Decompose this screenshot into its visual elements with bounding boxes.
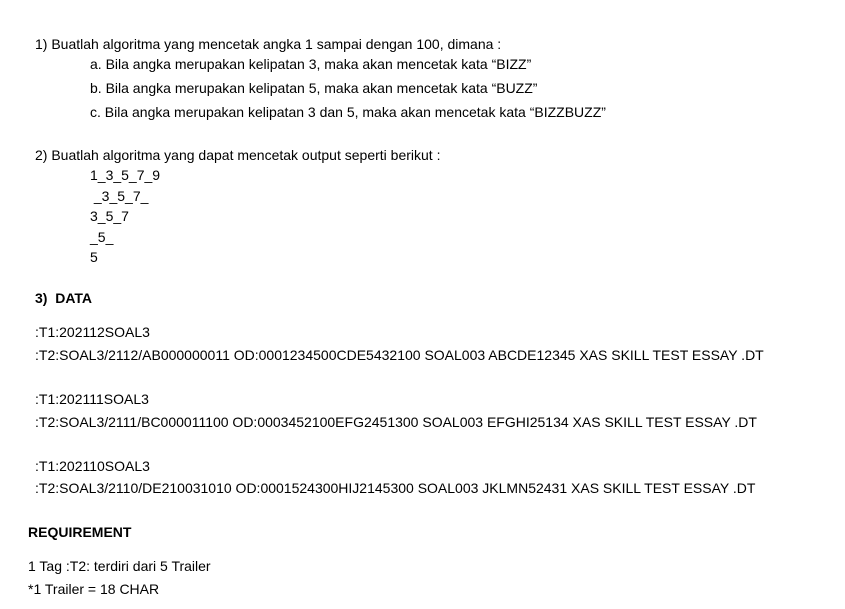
q2-pattern-line: _5_ (90, 229, 114, 245)
data-record-t2: :T2:SOAL3/2112/AB000000011 OD:0001234500… (35, 347, 764, 363)
requirement-title: REQUIREMENT (28, 524, 132, 540)
q1-item-c: c. Bila angka merupakan kelipatan 3 dan … (90, 104, 606, 120)
q2-pattern-line: 1_3_5_7_9 (90, 167, 161, 183)
q2-pattern-line: _3_5_7_ (90, 188, 149, 204)
q2-pattern-line: 5 (90, 249, 98, 265)
q2-title: 2) Buatlah algoritma yang dapat mencetak… (35, 147, 441, 163)
q1-item-b: b. Bila angka merupakan kelipatan 5, mak… (90, 80, 538, 96)
q1-title: 1) Buatlah algoritma yang mencetak angka… (35, 36, 502, 52)
requirement-line: 1 Tag :T2: terdiri dari 5 Trailer (28, 558, 211, 574)
data-record-t1: :T1:202110SOAL3 (35, 458, 150, 474)
q1-item-a: a. Bila angka merupakan kelipatan 3, mak… (90, 56, 532, 72)
q3-title: 3) DATA (35, 290, 93, 306)
requirement-line: *1 Trailer = 18 CHAR (28, 581, 160, 597)
data-record-t1: :T1:202112SOAL3 (35, 324, 150, 340)
data-record-t2: :T2:SOAL3/2110/DE210031010 OD:0001524300… (35, 480, 756, 496)
data-record-t2: :T2:SOAL3/2111/BC000011100 OD:0003452100… (35, 414, 757, 430)
q2-pattern-line: 3_5_7 (90, 208, 129, 224)
data-record-t1: :T1:202111SOAL3 (35, 391, 149, 407)
